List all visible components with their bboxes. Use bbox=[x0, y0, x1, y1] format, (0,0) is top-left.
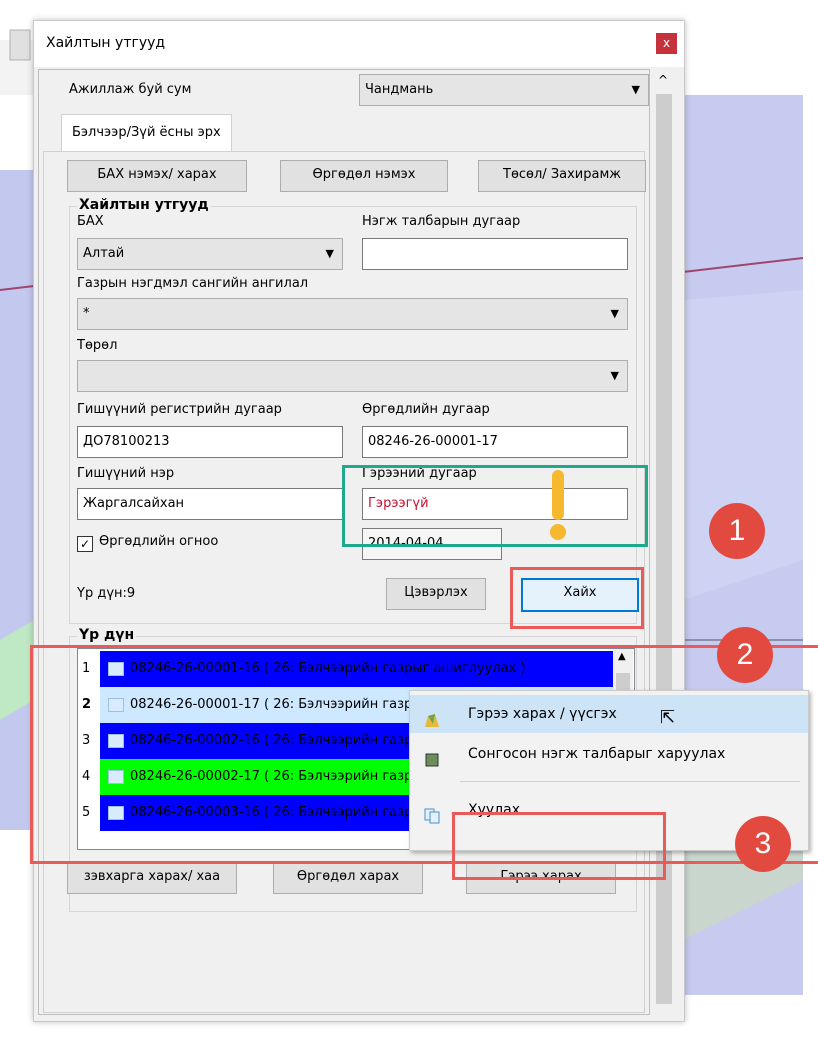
request-add-button[interactable]: Өргөдөл нэмэх bbox=[280, 160, 448, 192]
chevron-down-icon: ▼ bbox=[325, 247, 334, 260]
chevron-down-icon: ▼ bbox=[631, 83, 640, 96]
category-label: Газрын нэгдмэл сангийн ангилал bbox=[77, 276, 309, 291]
unit-label: Нэгж талбарын дугаар bbox=[362, 214, 521, 229]
clear-button[interactable]: Цэвэрлэх bbox=[386, 578, 486, 610]
member-name-label: Гишүүний нэр bbox=[77, 466, 175, 481]
bah-select[interactable]: Алтай ▼ bbox=[77, 238, 343, 270]
search-group-title: Хайлтын утгууд bbox=[77, 197, 211, 213]
close-button[interactable]: x bbox=[656, 33, 677, 54]
project-button[interactable]: Төсөл/ Захирамж bbox=[478, 160, 646, 192]
warning-exclamation bbox=[548, 470, 568, 542]
type-select[interactable]: ▼ bbox=[77, 360, 628, 392]
dialog-title: Хайлтын утгууд bbox=[46, 35, 166, 51]
request-no-input[interactable]: 08246-26-00001-17 bbox=[362, 426, 628, 458]
step2-marker: 2 bbox=[717, 627, 773, 683]
step3-marker: 3 bbox=[735, 816, 791, 872]
unit-input[interactable] bbox=[362, 238, 628, 270]
tab-pasture[interactable]: Бэлчээр/Зүй ёсны эрх bbox=[61, 114, 232, 151]
result-count: Үр дүн:9 bbox=[77, 586, 136, 601]
step3-highlight bbox=[452, 812, 666, 880]
step2-highlight bbox=[30, 645, 818, 864]
sum-select[interactable]: Чандмань ▼ bbox=[359, 74, 649, 106]
title-bar: Хайлтын утгууд x bbox=[34, 21, 684, 67]
chevron-down-icon: ▼ bbox=[610, 307, 619, 320]
results-group-title: Үр дүн bbox=[77, 627, 137, 643]
type-label: Төрөл bbox=[77, 338, 118, 353]
date-checkbox-label: Өргөдлийн огноо bbox=[99, 534, 219, 549]
exclamation-bar bbox=[552, 470, 564, 520]
category-select[interactable]: * ▼ bbox=[77, 298, 628, 330]
date-checkbox[interactable]: ✓ bbox=[77, 536, 93, 552]
bah-add-button[interactable]: БАХ нэмэх/ харах bbox=[67, 160, 247, 192]
bah-label: БАХ bbox=[77, 214, 104, 229]
view-request-button[interactable]: Өргөдөл харах bbox=[273, 862, 423, 894]
chevron-down-icon: ▼ bbox=[610, 369, 619, 382]
map-view-button[interactable]: зэвхарга харах/ хаа bbox=[67, 862, 237, 894]
reg-label: Гишүүний регистрийн дугаар bbox=[77, 402, 282, 417]
exclamation-dot bbox=[550, 524, 566, 540]
chevron-up-icon[interactable]: ^ bbox=[658, 73, 668, 87]
sum-label: Ажиллаж буй сум bbox=[69, 82, 192, 97]
sum-value: Чандмань bbox=[365, 82, 434, 97]
step1-marker: 1 bbox=[709, 503, 765, 559]
step1-highlight bbox=[510, 567, 644, 629]
reg-input[interactable]: ДО78100213 bbox=[77, 426, 343, 458]
contract-highlight-box bbox=[342, 465, 648, 547]
request-no-label: Өргөдлийн дугаар bbox=[362, 402, 490, 417]
category-value: * bbox=[83, 306, 90, 321]
member-name-input[interactable]: Жаргалсайхан bbox=[77, 488, 343, 520]
bah-value: Алтай bbox=[83, 246, 125, 261]
